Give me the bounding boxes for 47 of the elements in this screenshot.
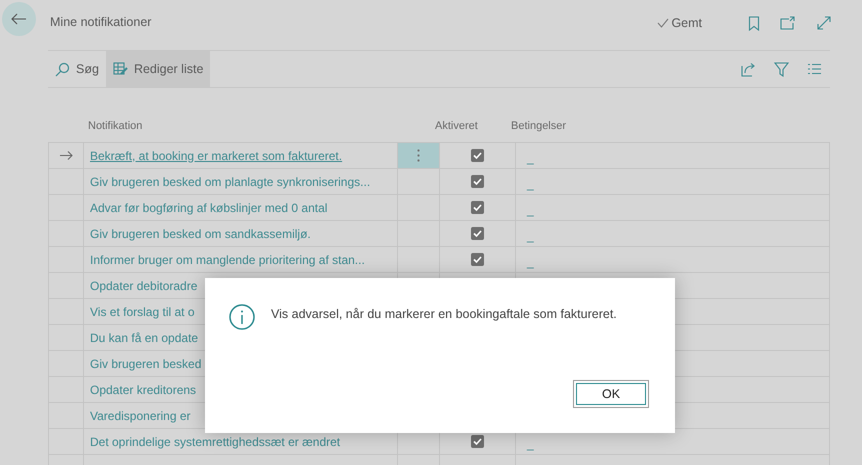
- bookmark-icon[interactable]: [748, 16, 760, 30]
- conditions-link[interactable]: _: [527, 229, 534, 243]
- notification-link[interactable]: Vis et forslag til at o: [90, 304, 194, 318]
- notification-link[interactable]: Opdater kreditorens: [90, 382, 196, 396]
- conditions-link[interactable]: _: [527, 255, 534, 269]
- share-icon[interactable]: [741, 62, 756, 76]
- conditions-link[interactable]: _: [527, 203, 534, 217]
- notification-link[interactable]: Du kan få en opdate: [90, 330, 198, 344]
- notification-link[interactable]: Giv brugeren besked om sandkassemiljø.: [90, 226, 311, 240]
- list-icon[interactable]: [807, 63, 822, 75]
- page-title: Mine notifikationer: [50, 15, 152, 29]
- info-icon: [229, 304, 255, 330]
- dialog-message: Vis advarsel, når du markerer en bookingaftale som faktureret.: [271, 307, 617, 321]
- save-status: Gemt: [671, 16, 702, 30]
- search-button[interactable]: Søg: [48, 51, 106, 87]
- filter-icon[interactable]: [774, 62, 789, 76]
- current-row-arrow-icon: [60, 151, 72, 160]
- enabled-checkbox[interactable]: [471, 435, 484, 448]
- notification-link[interactable]: Advar før bogføring af købslinjer med 0 antal: [90, 200, 328, 214]
- ok-button[interactable]: OK: [573, 380, 649, 408]
- table-edit-icon: [112, 62, 128, 76]
- open-new-window-icon[interactable]: [780, 16, 796, 30]
- enabled-checkbox[interactable]: [471, 227, 484, 240]
- notification-link[interactable]: Informer bruger om manglende prioritering af stan...: [90, 252, 365, 266]
- notification-link[interactable]: Bekræft, at booking er markeret som faktureret.: [90, 148, 342, 162]
- checkmark-icon: [657, 18, 670, 28]
- back-arrow-icon: [11, 13, 27, 25]
- enabled-checkbox[interactable]: [471, 149, 484, 162]
- edit-list-button[interactable]: Rediger liste: [106, 51, 210, 87]
- column-header[interactable]: Betingelser: [509, 120, 830, 142]
- column-header[interactable]: Aktiveret: [388, 120, 509, 142]
- conditions-link[interactable]: _: [527, 151, 534, 165]
- back-button[interactable]: [2, 2, 36, 36]
- notification-link[interactable]: Giv brugeren besked: [90, 356, 202, 370]
- enabled-checkbox[interactable]: [471, 253, 484, 266]
- enabled-checkbox[interactable]: [471, 175, 484, 188]
- column-header[interactable]: Notifikation: [48, 120, 388, 142]
- expand-icon[interactable]: [816, 15, 832, 31]
- enabled-checkbox[interactable]: [471, 201, 484, 214]
- search-icon: [55, 62, 70, 76]
- notification-link[interactable]: Det oprindelige systemrettighedssæt er ændret: [90, 434, 340, 448]
- conditions-link[interactable]: _: [527, 177, 534, 191]
- notification-link[interactable]: Opdater debitoradre: [90, 278, 198, 292]
- row-menu-icon[interactable]: [417, 149, 420, 162]
- notification-link[interactable]: Varedisponering er: [90, 408, 191, 422]
- conditions-link[interactable]: _: [527, 437, 534, 451]
- notification-link[interactable]: Giv brugeren besked om planlagte synkroniserings...: [90, 174, 370, 188]
